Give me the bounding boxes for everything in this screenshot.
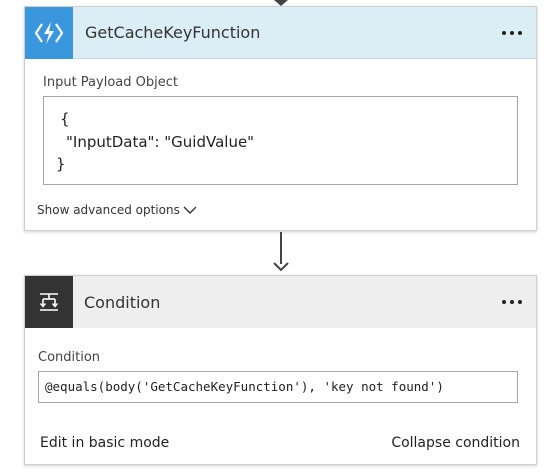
connector-line: [280, 232, 282, 264]
show-advanced-options-link[interactable]: Show advanced options: [37, 203, 197, 217]
condition-field-label: Condition: [38, 350, 101, 365]
condition-more-options-button[interactable]: [500, 294, 524, 310]
payload-line: "InputData": "GuidValue": [66, 133, 255, 151]
condition-icon: [25, 276, 73, 328]
payload-field-label: Input Payload Object: [43, 75, 178, 90]
condition-expression-input[interactable]: @equals(body('GetCacheKeyFunction'), 'ke…: [38, 371, 518, 403]
chevron-down-icon: [183, 206, 197, 214]
dot-icon: [518, 30, 522, 35]
condition-action-card[interactable]: Condition Condition @equals(body('GetCac…: [24, 275, 537, 465]
condition-card-header[interactable]: Condition: [25, 276, 536, 328]
dot-icon: [502, 300, 506, 304]
payload-input[interactable]: { "InputData": "GuidValue" }: [43, 96, 518, 185]
payload-line: }: [56, 155, 66, 173]
payload-line: {: [60, 110, 70, 128]
dot-icon: [510, 300, 514, 304]
function-action-card[interactable]: GetCacheKeyFunction Input Payload Object…: [24, 6, 537, 231]
connector-arrow-icon: [273, 262, 289, 272]
advanced-options-label: Show advanced options: [37, 203, 180, 217]
dot-icon: [518, 300, 522, 304]
function-card-title: GetCacheKeyFunction: [85, 23, 261, 42]
edit-in-basic-mode-link[interactable]: Edit in basic mode: [40, 435, 169, 451]
azure-function-icon: [25, 6, 73, 59]
dot-icon: [502, 30, 506, 35]
condition-card-title: Condition: [84, 292, 161, 312]
function-card-header[interactable]: GetCacheKeyFunction: [25, 6, 536, 59]
dot-icon: [510, 30, 514, 35]
function-more-options-button[interactable]: [500, 25, 524, 41]
collapse-condition-link[interactable]: Collapse condition: [391, 435, 520, 451]
